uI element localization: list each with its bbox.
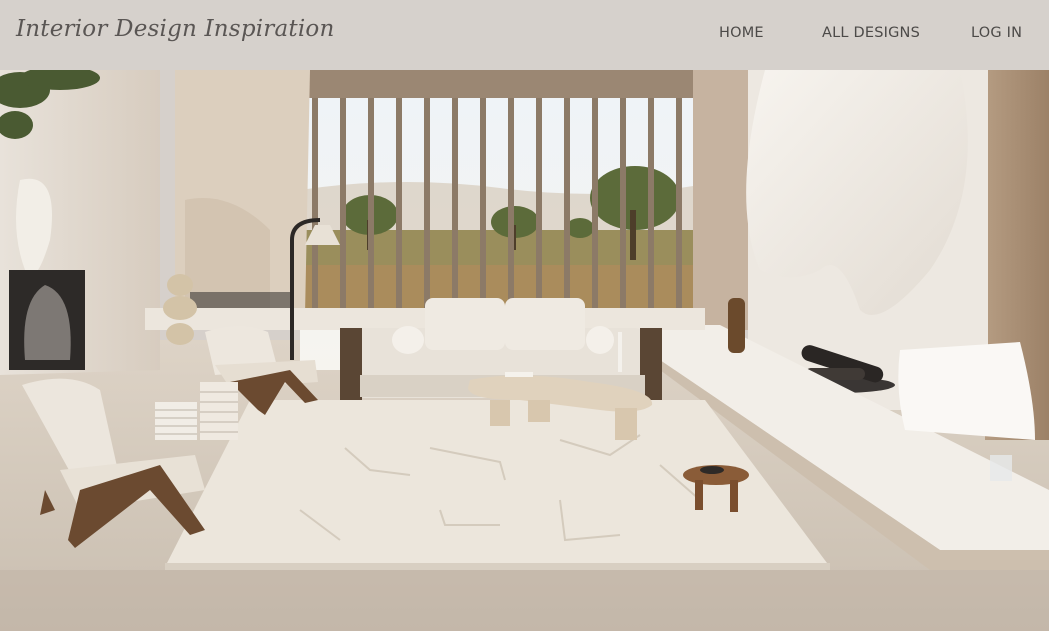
wood-column [693,70,748,330]
drinking-glass [990,455,1012,481]
wood-sculpture [728,298,745,353]
bench-pillow [898,342,1035,440]
site-logo-text[interactable]: Interior Design Inspiration [16,16,334,42]
stacked-stone-sculpture [163,274,197,345]
top-navbar: Interior Design Inspiration HOME ALL DES… [0,0,1049,70]
candle [618,332,622,372]
hero-image [0,70,1049,631]
nav-home-link[interactable]: HOME [719,25,764,41]
hero-interior-illustration [0,70,1049,631]
nav-all-designs-link[interactable]: ALL DESIGNS [822,25,920,41]
nav-log-in-link[interactable]: LOG IN [971,25,1022,41]
ceiling-beam [300,70,700,98]
